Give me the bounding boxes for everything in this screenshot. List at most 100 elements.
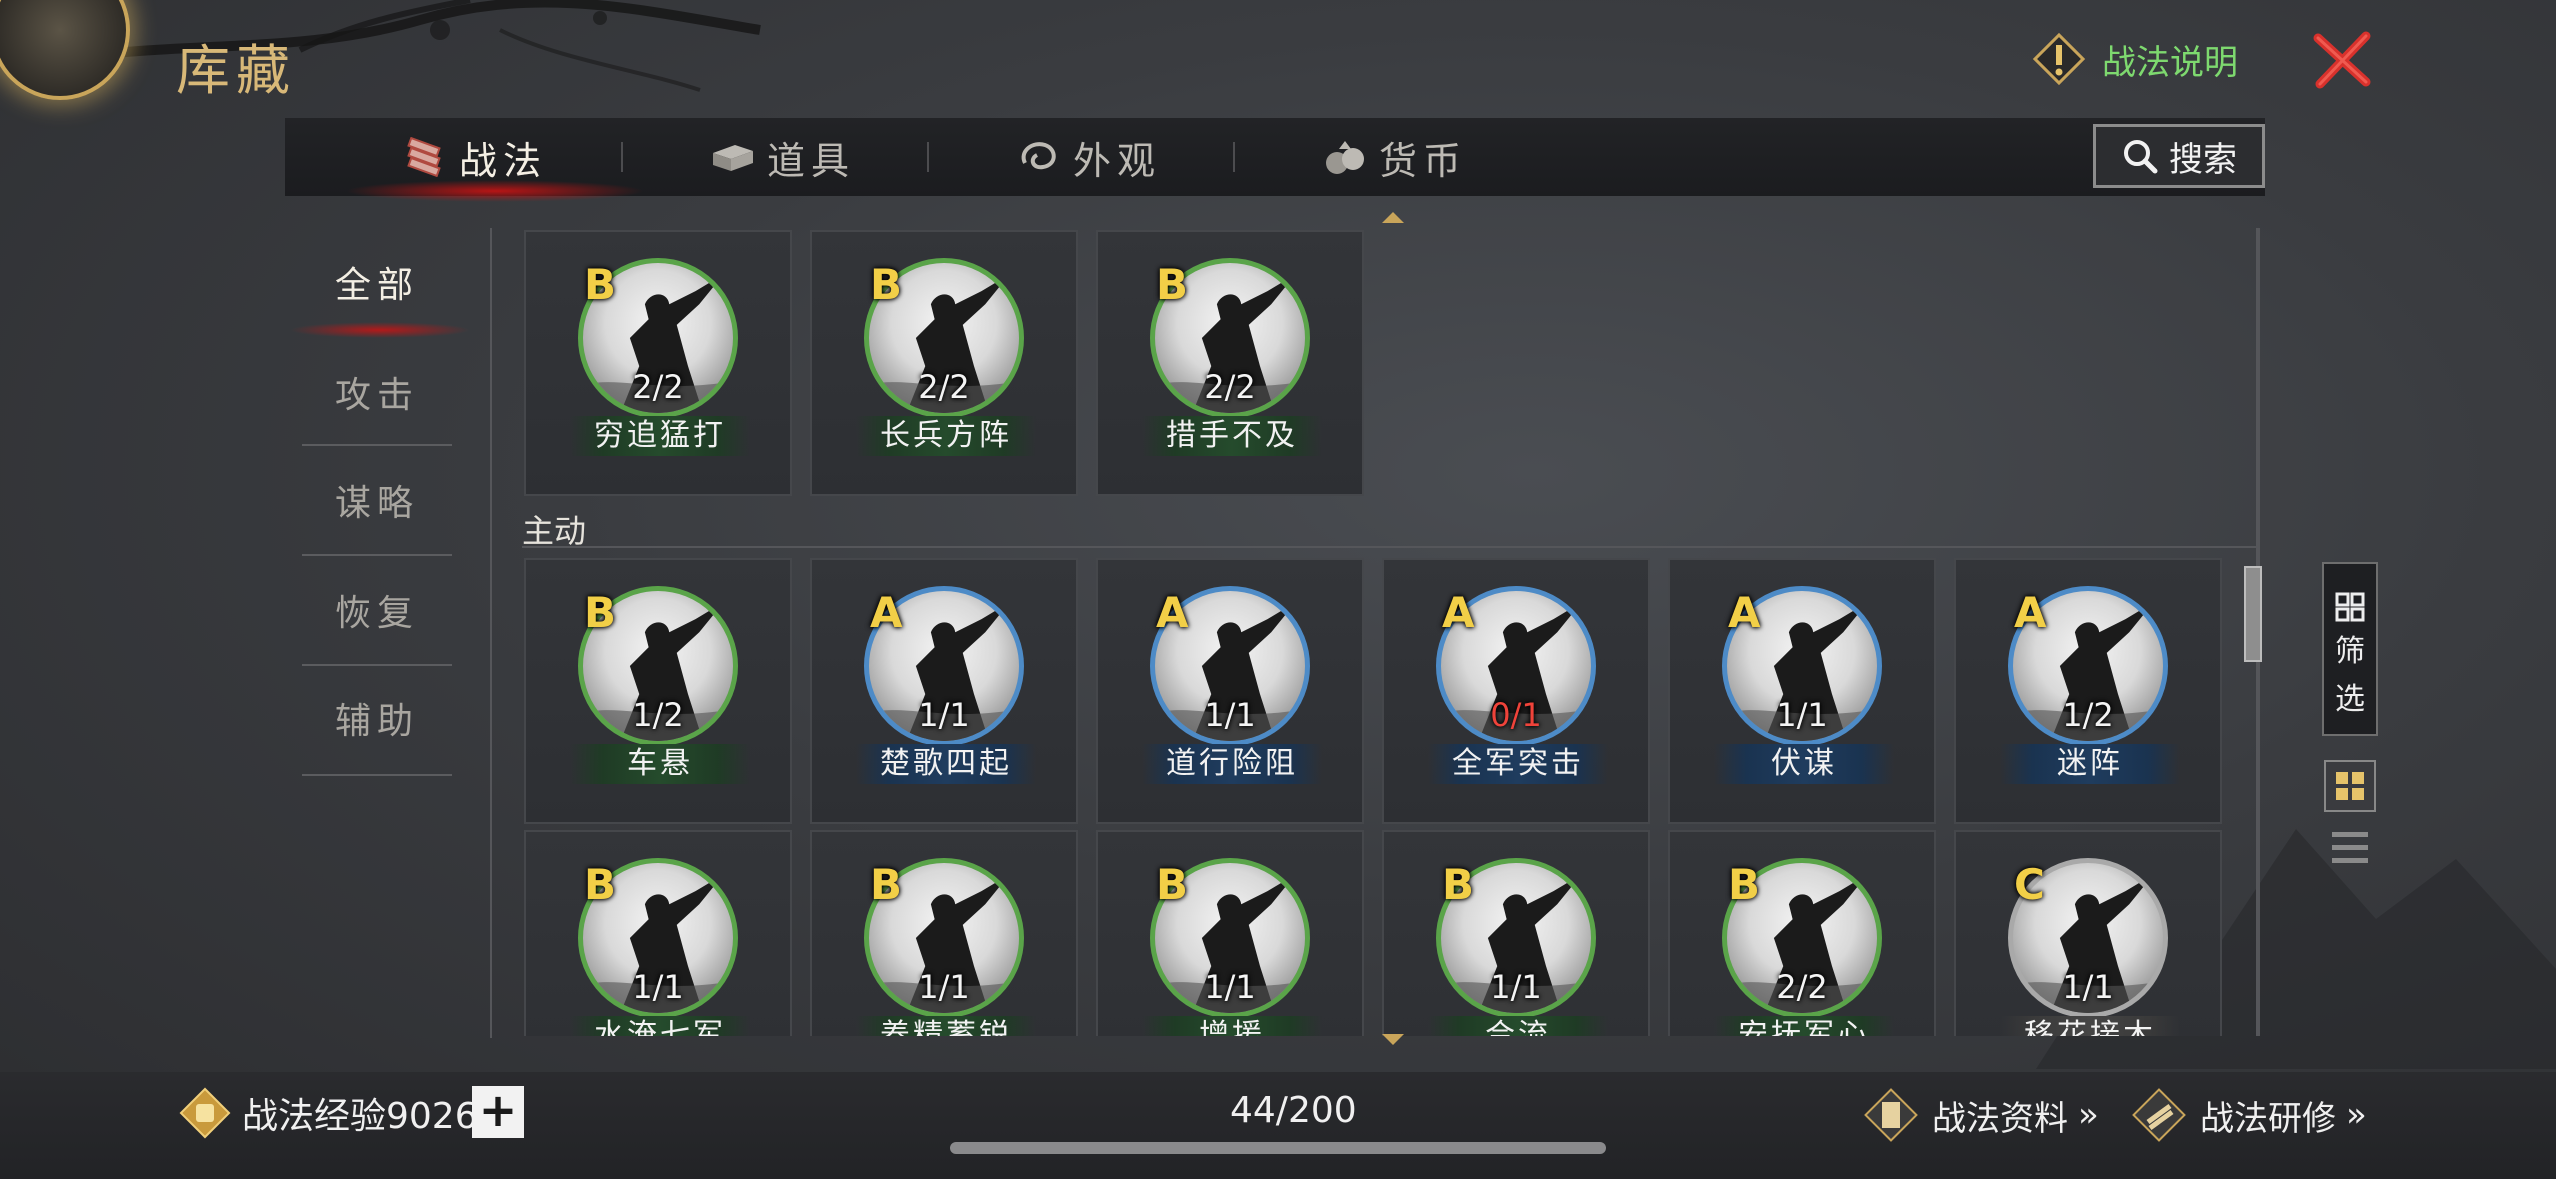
tactics-scroll-icon <box>403 136 447 178</box>
appearance-swirl-icon <box>1017 137 1061 177</box>
tactic-card[interactable]: B 1/1 水淹七军 <box>524 830 792 1036</box>
tactic-name: 长兵方阵 <box>856 416 1036 456</box>
tactics-training-label: 战法研修 <box>2200 1098 2336 1139</box>
tactics-help-button[interactable]: 战法说明 <box>2030 30 2238 88</box>
tactic-card[interactable]: A 1/1 道行险阻 <box>1096 558 1364 824</box>
tactic-name: 全军突击 <box>1428 744 1608 784</box>
search-label: 搜索 <box>2169 139 2237 180</box>
tactic-card[interactable]: B 1/1 合流 <box>1382 830 1650 1036</box>
book-badge-icon <box>1864 1088 1918 1142</box>
tab-currency-label: 货币 <box>1379 138 1468 183</box>
panel-divider <box>490 228 492 1038</box>
search-button[interactable]: 搜索 <box>2093 124 2265 188</box>
tactic-name: 增援 <box>1142 1016 1322 1036</box>
tactic-name: 移花接木 <box>2000 1016 2180 1036</box>
tactics-exp-label: 战法经验9026 <box>242 1096 478 1137</box>
tactic-count: 1/1 <box>1204 968 1256 1006</box>
category-strategy[interactable]: 谋略 <box>302 474 452 526</box>
tactic-name: 水淹七军 <box>570 1016 750 1036</box>
tactic-card[interactable]: B 2/2 措手不及 <box>1096 230 1364 496</box>
tactic-grade: A <box>1156 588 1189 637</box>
tab-tactics-label: 战法 <box>459 138 548 183</box>
add-exp-button[interactable]: + <box>472 1086 524 1138</box>
category-divider <box>302 664 452 666</box>
filter-button[interactable]: 筛 选 <box>2322 562 2378 736</box>
tactic-name: 合流 <box>1428 1016 1608 1036</box>
category-divider <box>302 444 452 446</box>
scroll-up-arrow-icon[interactable] <box>1382 212 1404 223</box>
tactics-data-label: 战法资料 <box>1932 1098 2068 1139</box>
tactics-data-link[interactable]: 战法资料 » <box>1860 1084 2099 1146</box>
grid-view-button[interactable] <box>2324 760 2376 812</box>
scroll-badge-icon <box>2132 1088 2186 1142</box>
tactic-grade: B <box>584 260 617 309</box>
tactic-grade: B <box>1728 860 1761 909</box>
search-icon <box>2124 140 2158 174</box>
tactic-name: 伏谋 <box>1714 744 1894 784</box>
close-x-icon <box>2313 31 2371 89</box>
tab-bar: 战法 道具 外观 货币 <box>285 118 2265 202</box>
tactics-exp: 战法经验9026 <box>176 1084 478 1142</box>
tactic-grade: B <box>1156 260 1189 309</box>
chevron-double-right-icon: » <box>2346 1095 2367 1135</box>
tactic-grade: B <box>1156 860 1189 909</box>
tactic-grade: B <box>870 260 903 309</box>
tactic-grade: A <box>870 588 903 637</box>
tactic-count: 1/1 <box>1490 968 1542 1006</box>
category-attack[interactable]: 攻击 <box>302 366 452 418</box>
tactic-card[interactable]: A 1/2 迷阵 <box>1954 558 2222 824</box>
tactic-card[interactable]: A 1/1 楚歌四起 <box>810 558 1078 824</box>
tactic-count: 1/1 <box>632 968 684 1006</box>
category-recovery[interactable]: 恢复 <box>302 584 452 636</box>
list-view-button[interactable] <box>2330 830 2370 866</box>
tactic-count: 2/2 <box>1204 368 1256 406</box>
tactic-count: 1/1 <box>918 968 970 1006</box>
filter-label-2: 选 <box>2335 682 2365 717</box>
player-avatar[interactable] <box>0 0 130 100</box>
page-title: 库藏 <box>176 39 296 102</box>
tactic-name: 道行险阻 <box>1142 744 1322 784</box>
category-divider <box>302 774 452 776</box>
tab-separator <box>927 142 929 172</box>
tactic-name: 措手不及 <box>1142 416 1322 456</box>
tactic-grade: B <box>870 860 903 909</box>
scroll-down-arrow-icon[interactable] <box>1382 1034 1404 1045</box>
scrollbar-thumb[interactable] <box>2244 566 2262 662</box>
tactic-grade: A <box>1728 588 1761 637</box>
tactic-card[interactable]: A 0/1 全军突击 <box>1382 558 1650 824</box>
tactic-name: 迷阵 <box>2000 744 2180 784</box>
tactic-card[interactable]: C 1/1 移花接木 <box>1954 830 2222 1036</box>
tactic-name: 安抚军心 <box>1714 1016 1894 1036</box>
exclamation-diamond-icon <box>2030 30 2088 88</box>
tactic-grade: A <box>1442 588 1475 637</box>
tactic-card[interactable]: B 1/1 养精蓄锐 <box>810 830 1078 1036</box>
close-button[interactable] <box>2310 28 2374 92</box>
tab-items[interactable]: 道具 <box>711 118 855 196</box>
tactic-card[interactable]: B 2/2 穷追猛打 <box>524 230 792 496</box>
filter-grid-icon <box>2335 592 2365 622</box>
tactic-card[interactable]: A 1/1 伏谋 <box>1668 558 1936 824</box>
tactics-help-label: 战法说明 <box>2102 42 2238 83</box>
tab-items-label: 道具 <box>767 138 856 183</box>
tactic-count: 2/2 <box>918 368 970 406</box>
tactic-name: 养精蓄锐 <box>856 1016 1036 1036</box>
tactic-card[interactable]: B 1/1 增援 <box>1096 830 1364 1036</box>
tactic-card[interactable]: B 1/2 车悬 <box>524 558 792 824</box>
tab-tactics[interactable]: 战法 <box>403 118 547 196</box>
tactic-card[interactable]: B 2/2 长兵方阵 <box>810 230 1078 496</box>
tactics-training-link[interactable]: 战法研修 » <box>2128 1084 2367 1146</box>
tactic-name: 穷追猛打 <box>570 416 750 456</box>
tactic-count: 1/2 <box>2062 696 2114 734</box>
category-all[interactable]: 全部 <box>302 256 452 308</box>
tab-currency[interactable]: 货币 <box>1323 118 1467 196</box>
home-indicator[interactable] <box>950 1142 1606 1154</box>
active-category-glow <box>290 322 470 338</box>
category-support[interactable]: 辅助 <box>302 692 452 744</box>
tab-appearance[interactable]: 外观 <box>1017 118 1161 196</box>
tactic-name: 车悬 <box>570 744 750 784</box>
tactic-count: 0/1 <box>1490 696 1542 734</box>
coin-bag-icon <box>1323 137 1367 177</box>
filter-label-1: 筛 <box>2335 634 2365 669</box>
tab-separator <box>1233 142 1235 172</box>
tactic-card[interactable]: B 2/2 安抚军心 <box>1668 830 1936 1036</box>
